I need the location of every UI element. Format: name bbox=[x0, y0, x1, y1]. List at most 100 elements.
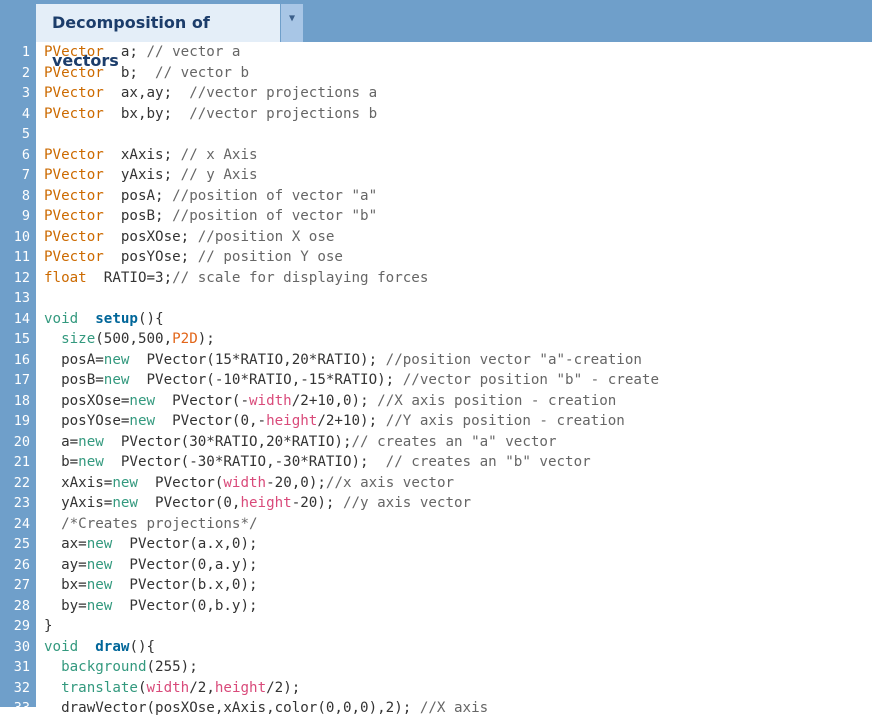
code-token: a; bbox=[103, 44, 147, 60]
code-token: posA= bbox=[44, 351, 104, 368]
code-token: -20,0); bbox=[266, 474, 326, 491]
code-line[interactable]: 26 ay=new PVector(0,a.y); bbox=[0, 555, 872, 576]
code-token: (255); bbox=[146, 659, 198, 675]
code-line[interactable]: 33 drawVector(posXOse,xAxis,color(0,0,0)… bbox=[0, 698, 872, 719]
line-number: 19 bbox=[13, 413, 30, 429]
line-number: 13 bbox=[13, 290, 30, 306]
code-text: PVector posB; //position of vector "b" bbox=[44, 206, 377, 227]
line-number: 26 bbox=[13, 556, 30, 573]
code-token: PVector(0,- bbox=[155, 413, 267, 429]
code-line[interactable]: 19 posYOse=new PVector(0,-height/2+10); … bbox=[0, 411, 872, 432]
code-line[interactable]: 6 PVector xAxis; // x Axis bbox=[0, 145, 872, 166]
code-token: yAxis; bbox=[103, 167, 181, 183]
code-token: posB; bbox=[103, 208, 173, 224]
code-token: a= bbox=[44, 433, 79, 450]
tab-menu-button[interactable]: ▼ bbox=[281, 4, 303, 42]
code-token: width bbox=[249, 392, 292, 409]
code-line[interactable]: 12 float RATIO=3;// scale for displaying … bbox=[0, 268, 872, 289]
line-number: 30 bbox=[13, 638, 30, 655]
code-token: new bbox=[103, 372, 130, 388]
code-token: ( bbox=[137, 679, 147, 696]
code-token: by= bbox=[44, 597, 87, 614]
code-token: PVector(a.x,0); bbox=[112, 536, 258, 552]
code-line[interactable]: 5 bbox=[0, 124, 872, 145]
code-token: P2D bbox=[172, 331, 198, 347]
code-line[interactable]: 32 translate(width/2,height/2); bbox=[0, 678, 872, 699]
code-token: //x axis vector bbox=[325, 474, 455, 491]
code-token: } bbox=[44, 618, 53, 634]
code-line[interactable]: 17 posB=new PVector(-10*RATIO,-15*RATIO)… bbox=[0, 370, 872, 391]
code-line[interactable]: 21 b=new PVector(-30*RATIO,-30*RATIO); /… bbox=[0, 452, 872, 473]
code-text: xAxis=new PVector(width-20,0);//x axis v… bbox=[44, 473, 454, 494]
code-token: PVector(- bbox=[155, 392, 250, 409]
code-text: } bbox=[44, 616, 53, 637]
code-text: posB=new PVector(-10*RATIO,-15*RATIO); /… bbox=[44, 370, 659, 391]
code-editor[interactable]: 1 PVector a; // vector a 2 PVector b; // ve… bbox=[0, 42, 872, 719]
code-text: posYOse=new PVector(0,-height/2+10); //Y… bbox=[44, 411, 625, 432]
code-line[interactable]: 18 posXOse=new PVector(-width/2+10,0); /… bbox=[0, 391, 872, 412]
code-token: drawVector(posXOse,xAxis,color(0,0,0),2)… bbox=[44, 700, 420, 716]
code-line[interactable]: 11 PVector posYOse; // position Y ose bbox=[0, 247, 872, 268]
code-line[interactable]: 28 by=new PVector(0,b.y); bbox=[0, 596, 872, 617]
code-text: PVector xAxis; // x Axis bbox=[44, 145, 258, 166]
code-token: new bbox=[112, 474, 138, 491]
code-line[interactable]: 14 void setup(){ bbox=[0, 309, 872, 330]
code-token: // creates an "b" vector bbox=[385, 454, 591, 470]
code-token: void bbox=[44, 310, 79, 327]
code-line[interactable]: 13 bbox=[0, 288, 872, 309]
code-token: height bbox=[240, 495, 292, 511]
code-token: -20); bbox=[291, 495, 343, 511]
code-line[interactable]: 1 PVector a; // vector a bbox=[0, 42, 872, 63]
code-line[interactable]: 3 PVector ax,ay; //vector projections a bbox=[0, 83, 872, 104]
code-text: PVector posA; //position of vector "a" bbox=[44, 186, 377, 207]
code-line[interactable]: 15 size(500,500,P2D); bbox=[0, 329, 872, 350]
code-line[interactable]: 4 PVector bx,by; //vector projections b bbox=[0, 104, 872, 125]
code-line[interactable]: 31 background(255); bbox=[0, 657, 872, 678]
code-line[interactable]: 27 bx=new PVector(b.x,0); bbox=[0, 575, 872, 596]
line-number: 22 bbox=[13, 474, 30, 491]
code-line[interactable]: 30 void draw(){ bbox=[0, 637, 872, 658]
line-number: 16 bbox=[13, 351, 30, 368]
code-token: //vector position "b" - create bbox=[402, 372, 660, 388]
code-line[interactable]: 9 PVector posB; //position of vector "b" bbox=[0, 206, 872, 227]
code-text: by=new PVector(0,b.y); bbox=[44, 596, 257, 617]
code-text: PVector posYOse; // position Y ose bbox=[44, 247, 343, 268]
code-text: ax=new PVector(a.x,0); bbox=[44, 534, 258, 555]
code-text: ay=new PVector(0,a.y); bbox=[44, 555, 257, 576]
code-text: bx=new PVector(b.x,0); bbox=[44, 575, 257, 596]
code-line[interactable]: 23 yAxis=new PVector(0,height-20); //y a… bbox=[0, 493, 872, 514]
line-number: 27 bbox=[13, 577, 30, 593]
code-line[interactable]: 25 ax=new PVector(a.x,0); bbox=[0, 534, 872, 555]
dropdown-triangle-icon: ▼ bbox=[288, 13, 296, 24]
code-token: new bbox=[86, 577, 113, 593]
line-number: 17 bbox=[13, 372, 30, 388]
code-token: PVector bbox=[44, 146, 104, 163]
code-token: size bbox=[61, 331, 96, 347]
code-line[interactable]: 2 PVector b; // vector b bbox=[0, 63, 872, 84]
code-line[interactable]: 8 PVector posA; //position of vector "a" bbox=[0, 186, 872, 207]
code-line[interactable]: 10 PVector posXOse; //position X ose bbox=[0, 227, 872, 248]
code-token: posYOse; bbox=[103, 249, 198, 265]
code-line[interactable]: 24 /*Creates projections*/ bbox=[0, 514, 872, 535]
code-token: ax,ay; bbox=[103, 85, 190, 101]
line-number: 21 bbox=[13, 454, 30, 470]
code-text: PVector bx,by; //vector projections b bbox=[44, 104, 377, 125]
code-line[interactable]: 20 a=new PVector(30*RATIO,20*RATIO);// c… bbox=[0, 432, 872, 453]
code-line[interactable]: 22 xAxis=new PVector(width-20,0);//x axi… bbox=[0, 473, 872, 494]
code-token: /*Creates projections*/ bbox=[61, 515, 258, 532]
code-line[interactable]: 7 PVector yAxis; // y Axis bbox=[0, 165, 872, 186]
line-number: 20 bbox=[13, 433, 30, 450]
code-token: // position Y ose bbox=[197, 249, 343, 265]
code-text: float RATIO=3;// scale for displaying fo… bbox=[44, 268, 428, 289]
code-line[interactable]: 29} bbox=[0, 616, 872, 637]
tab-decomposition-of-vectors[interactable]: Decomposition of vectors bbox=[36, 4, 280, 70]
code-text: yAxis=new PVector(0,height-20); //y axis… bbox=[44, 493, 471, 514]
code-token: //X axis position - creation bbox=[377, 392, 617, 409]
code-text: /*Creates projections*/ bbox=[44, 514, 258, 535]
code-line[interactable]: 16 posA=new PVector(15*RATIO,20*RATIO); … bbox=[0, 350, 872, 371]
code-token: float bbox=[44, 269, 87, 286]
code-text: PVector a; // vector a bbox=[44, 42, 240, 63]
code-token: new bbox=[78, 433, 104, 450]
